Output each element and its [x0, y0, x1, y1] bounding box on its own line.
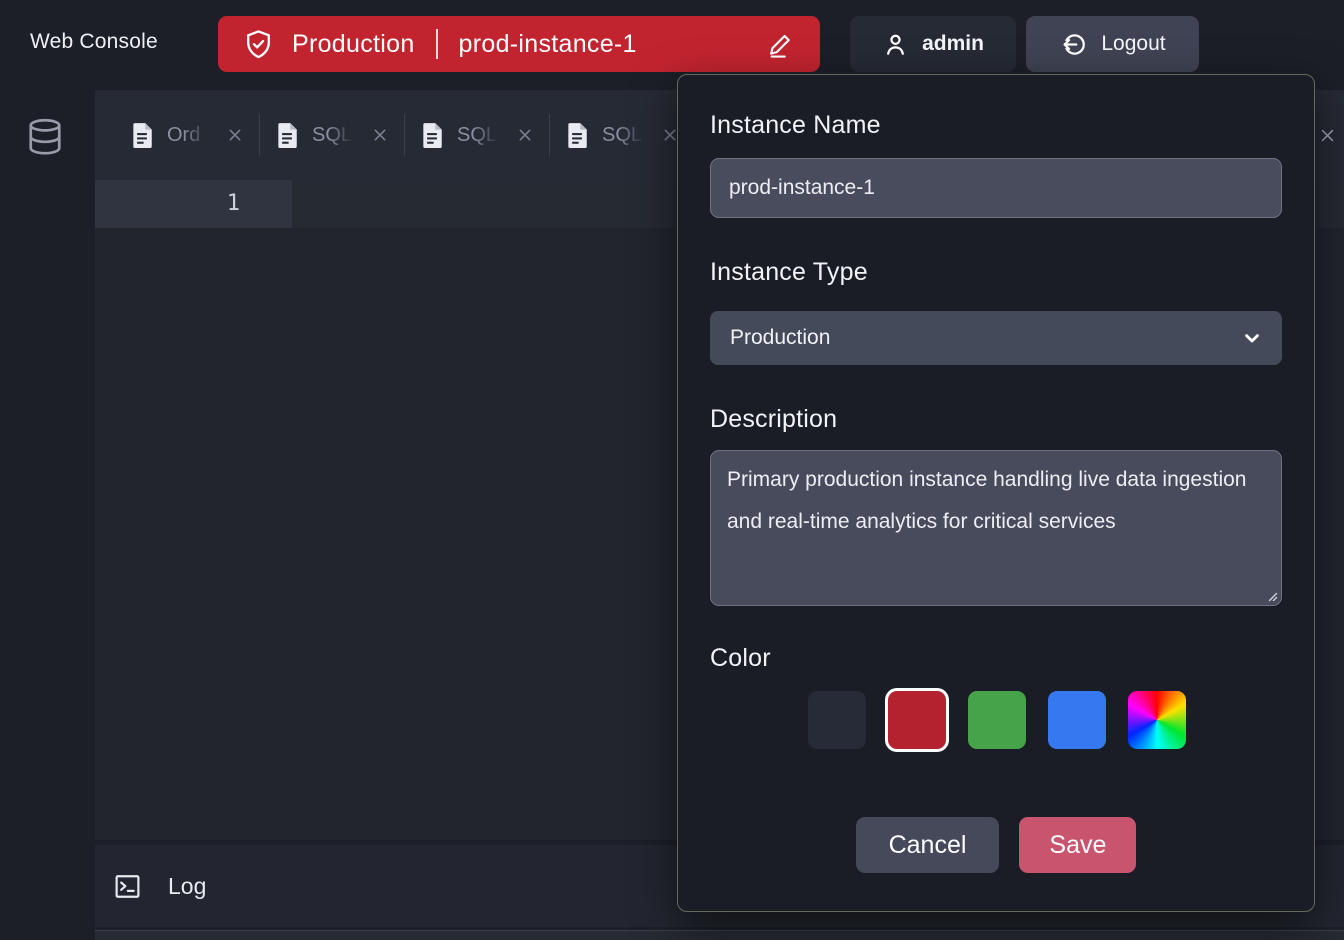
instance-badge[interactable]: Production prod-instance-1 — [218, 16, 820, 72]
instance-type-value: Production — [730, 326, 830, 350]
description-field-wrap: Primary production instance handling liv… — [710, 450, 1282, 606]
file-icon — [276, 122, 298, 148]
file-icon — [131, 122, 153, 148]
tab-1[interactable]: Ord — [115, 90, 259, 180]
chevron-down-icon — [1242, 328, 1262, 348]
tabbar-close-icon[interactable] — [1319, 127, 1336, 144]
resize-handle-icon[interactable] — [1265, 589, 1278, 602]
tab-4-label: SQL — [602, 124, 648, 147]
logout-icon — [1059, 30, 1088, 59]
instance-type-label: Instance Type — [710, 258, 1282, 287]
user-chip[interactable]: admin — [850, 16, 1016, 72]
instance-settings-dialog: Instance Name Instance Type Production D… — [677, 74, 1315, 912]
color-swatch-rainbow[interactable] — [1128, 691, 1186, 749]
log-panel-title: Log — [168, 873, 206, 900]
description-label: Description — [710, 405, 1282, 434]
logout-button[interactable]: Logout — [1026, 16, 1199, 72]
color-swatch-blue[interactable] — [1048, 691, 1106, 749]
tab-1-close-icon[interactable] — [227, 127, 243, 143]
tab-2-label: SQL — [312, 124, 358, 147]
color-swatch-green[interactable] — [968, 691, 1026, 749]
tab-1-label: Ord — [167, 124, 213, 147]
color-swatch-red[interactable] — [888, 691, 946, 749]
dialog-actions: Cancel Save — [710, 817, 1282, 873]
save-button[interactable]: Save — [1019, 817, 1136, 873]
file-icon — [421, 122, 443, 148]
instance-type-select[interactable]: Production — [710, 311, 1282, 365]
web-console-app: Web Console Production prod-instance-1 a… — [0, 0, 1344, 940]
tab-2-close-icon[interactable] — [372, 127, 388, 143]
file-icon — [566, 122, 588, 148]
user-icon — [882, 31, 909, 58]
tab-3-close-icon[interactable] — [517, 127, 533, 143]
terminal-icon — [113, 872, 142, 901]
tab-3[interactable]: SQL — [405, 90, 549, 180]
instance-name-input[interactable] — [710, 158, 1282, 218]
color-swatch-default[interactable] — [808, 691, 866, 749]
tab-2[interactable]: SQL — [260, 90, 404, 180]
color-swatch-row — [808, 691, 1282, 749]
badge-divider — [436, 29, 438, 59]
instance-name-badge-label: prod-instance-1 — [459, 30, 637, 59]
instance-name-label: Instance Name — [710, 111, 1282, 140]
bottom-panel-edge — [95, 930, 1344, 940]
user-name: admin — [922, 32, 984, 56]
cancel-button[interactable]: Cancel — [856, 817, 1000, 873]
tab-4-close-icon[interactable] — [662, 127, 678, 143]
color-label: Color — [710, 644, 1282, 673]
shield-check-icon — [242, 28, 275, 61]
instance-type-badge-label: Production — [292, 30, 415, 59]
logout-label: Logout — [1101, 32, 1165, 56]
edit-pencil-icon[interactable] — [766, 29, 796, 59]
tab-4[interactable]: SQL — [550, 90, 694, 180]
description-textarea[interactable]: Primary production instance handling liv… — [710, 450, 1282, 606]
app-title: Web Console — [30, 30, 158, 54]
database-nav-icon[interactable] — [26, 116, 64, 160]
tab-3-label: SQL — [457, 124, 503, 147]
line-number: 1 — [95, 180, 292, 228]
